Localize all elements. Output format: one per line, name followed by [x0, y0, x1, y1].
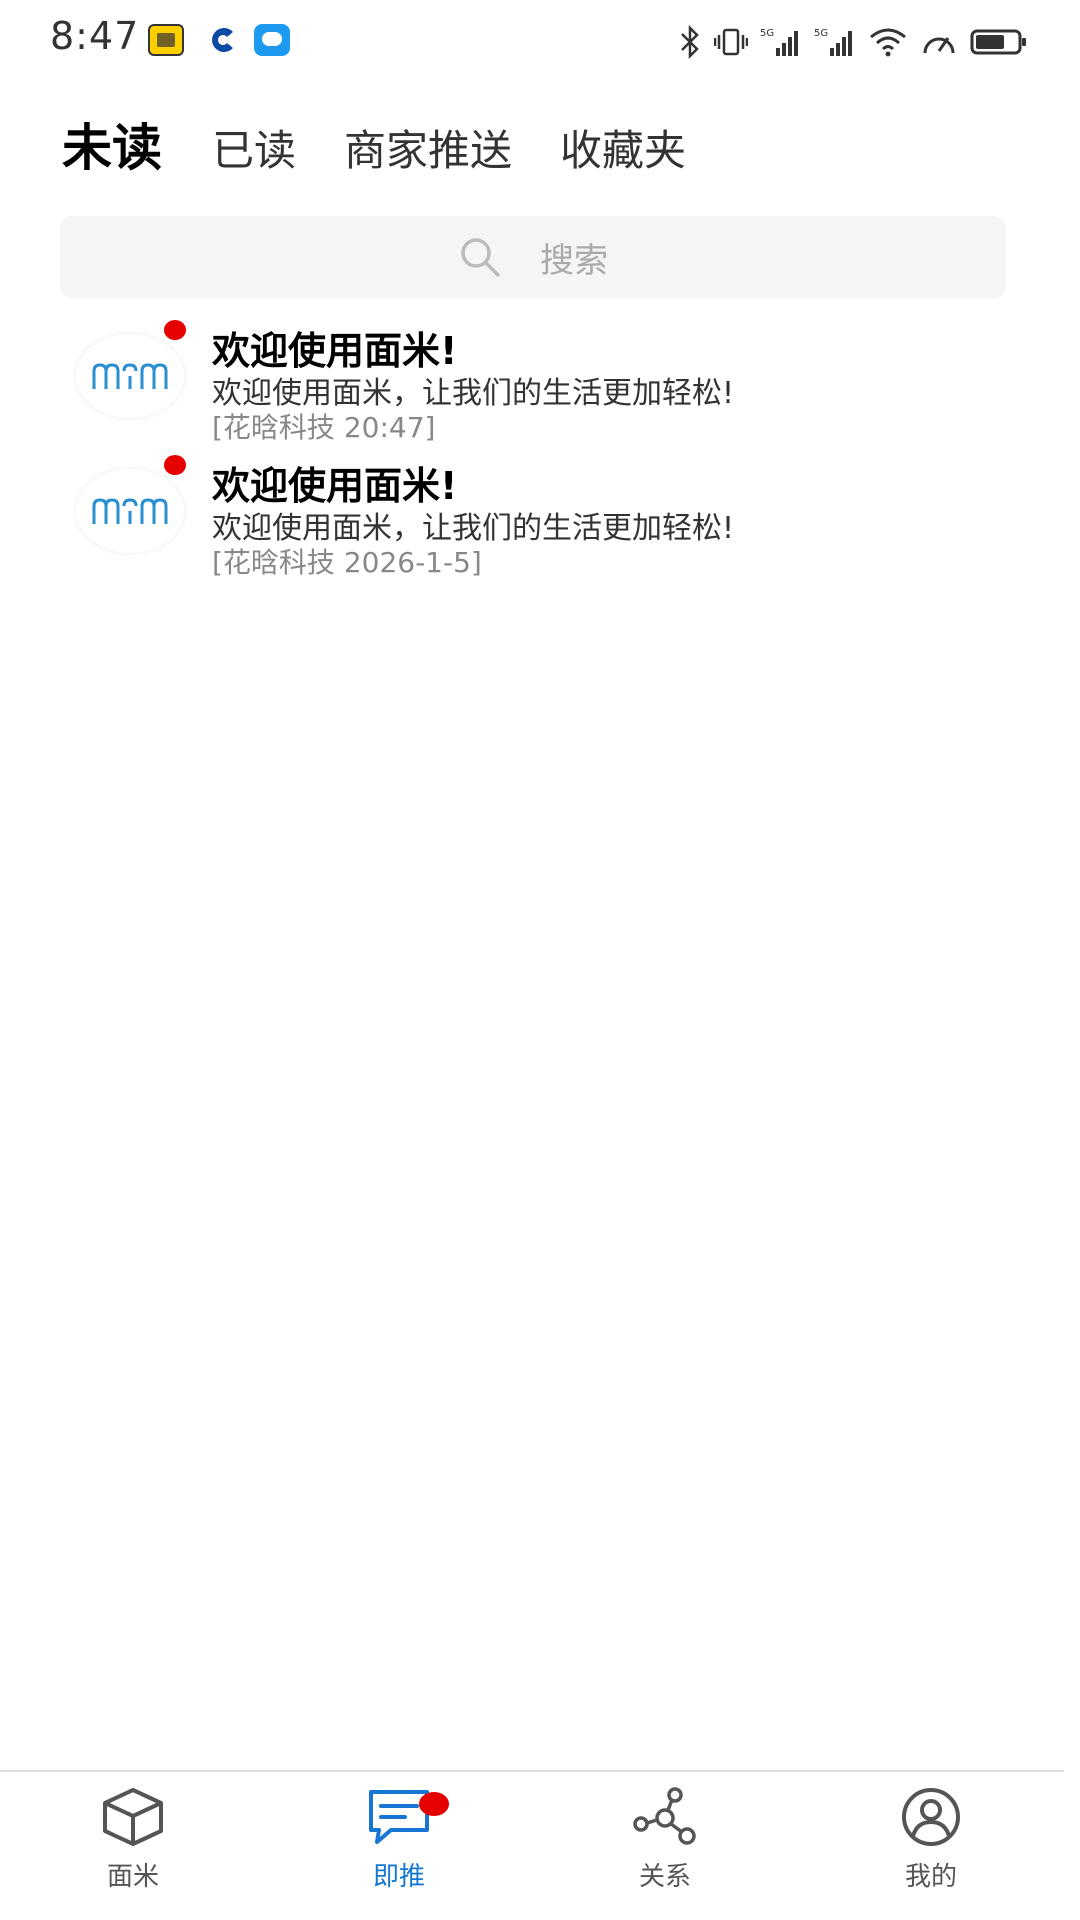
tab-read[interactable]: 已读: [212, 117, 296, 178]
svg-text:5G: 5G: [760, 28, 774, 39]
wifi-icon: [868, 27, 908, 57]
nav-item-mianmi[interactable]: 面米: [33, 1786, 233, 1906]
nav-item-jitui[interactable]: 即推: [299, 1786, 499, 1906]
tab-merchant-push[interactable]: 商家推送: [344, 117, 512, 178]
meituan-icon: [148, 24, 184, 56]
nav-item-mine[interactable]: 我的: [831, 1786, 1031, 1906]
bottom-nav: 面米 即推 关系 我的: [0, 1770, 1064, 1920]
message-meta: [花晗科技 20:47]: [212, 411, 436, 444]
message-meta: [花晗科技 2026-1-5]: [212, 546, 482, 579]
status-indicators: 5G 5G: [678, 22, 1028, 62]
signal-5g-icon: 5G: [760, 26, 802, 58]
status-bar: 8:47 5G 5G: [0, 0, 1080, 80]
svg-text:5G: 5G: [814, 28, 828, 39]
nav-item-relations[interactable]: 关系: [565, 1786, 765, 1906]
list-item[interactable]: 欢迎使用面米! 欢迎使用面米，让我们的生活更加轻松! [花晗科技 20:47]: [0, 320, 1080, 448]
unread-dot: [164, 455, 186, 475]
bank-icon: [205, 24, 241, 56]
mianmi-logo-icon: [92, 498, 168, 524]
message-title: 欢迎使用面米!: [212, 464, 458, 508]
tab-unread[interactable]: 未读: [62, 108, 162, 180]
search-placeholder: 搜索: [540, 240, 608, 281]
nav-label: 即推: [372, 1862, 425, 1892]
nav-label: 我的: [904, 1862, 957, 1892]
app-root: 8:47 5G 5G 未读 已读 商家推送 收藏夹 搜索 欢迎使用面米! 欢迎使…: [0, 0, 1080, 1920]
list-item[interactable]: 欢迎使用面米! 欢迎使用面米，让我们的生活更加轻松! [花晗科技 2026-1-…: [0, 455, 1080, 583]
vibrate-icon: [714, 27, 748, 57]
speed-icon: [920, 27, 958, 57]
cube-icon: [103, 1788, 163, 1846]
message-app-icon: [254, 24, 290, 56]
status-time: 8:47: [50, 14, 140, 58]
nav-label: 关系: [638, 1862, 691, 1892]
nav-badge: [419, 1792, 449, 1816]
nav-label: 面米: [106, 1862, 159, 1892]
network-icon: [633, 1787, 696, 1845]
user-icon: [902, 1788, 960, 1846]
battery-icon: [970, 28, 1028, 56]
mianmi-logo-icon: [92, 363, 168, 389]
avatar: [76, 334, 184, 418]
message-tabs: 未读 已读 商家推送 收藏夹: [62, 108, 734, 178]
signal-5g-icon: 5G: [814, 26, 856, 58]
search-input[interactable]: 搜索: [60, 216, 1006, 298]
avatar: [76, 469, 184, 553]
bluetooth-icon: [678, 25, 702, 59]
unread-dot: [164, 320, 186, 340]
message-title: 欢迎使用面米!: [212, 329, 458, 373]
tab-favorites[interactable]: 收藏夹: [560, 117, 686, 178]
search-icon: [461, 238, 500, 277]
